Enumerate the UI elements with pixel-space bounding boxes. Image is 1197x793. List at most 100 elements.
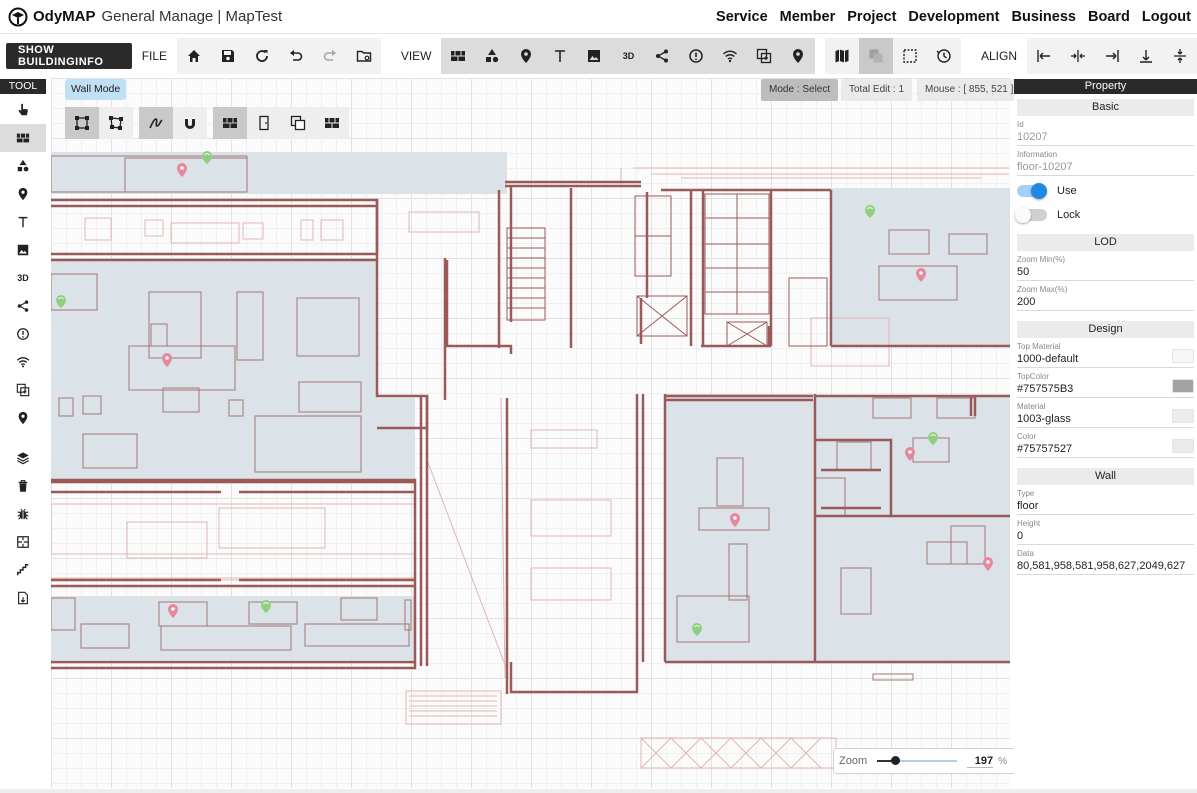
map-pin-icon (18, 187, 28, 201)
snap-magnet-button[interactable] (173, 107, 207, 139)
open-folder-button[interactable] (347, 38, 381, 74)
wall-brick-icon (223, 118, 237, 128)
align-right-button[interactable] (1095, 38, 1129, 74)
nav-business[interactable]: Business (1011, 9, 1075, 25)
tool-wifi[interactable] (0, 348, 46, 376)
field-type-value[interactable]: floor (1017, 500, 1194, 512)
align-middle-button[interactable] (1163, 38, 1197, 74)
color-swatch[interactable] (1172, 439, 1194, 453)
nav-development[interactable]: Development (908, 9, 999, 25)
align-center-button[interactable] (1061, 38, 1095, 74)
layer-toggle-button[interactable] (859, 38, 894, 74)
zoom-slider[interactable] (877, 756, 958, 765)
tool-shapes[interactable] (0, 152, 46, 180)
field-color-value[interactable]: #75757527 (1017, 443, 1194, 455)
stairs (506, 227, 546, 321)
tool-share[interactable] (0, 292, 46, 320)
tool-3d[interactable]: 3D (0, 264, 46, 292)
floorplan-icon (17, 536, 29, 548)
wall-type-door-button[interactable] (247, 107, 281, 139)
map-button[interactable] (825, 38, 859, 74)
redo-icon (323, 50, 337, 61)
use-toggle[interactable] (1017, 183, 1047, 199)
draw-freehand-button[interactable] (139, 107, 173, 139)
map-icon (835, 49, 849, 63)
field-zoom-min-input[interactable]: 50 (1017, 266, 1194, 278)
view-image-button[interactable] (577, 38, 611, 74)
wall-edit-toolbar (65, 107, 355, 139)
history-button[interactable] (927, 38, 961, 74)
redo-button[interactable] (313, 38, 347, 74)
use-toggle-knob (1031, 183, 1047, 199)
top-material-swatch[interactable] (1172, 349, 1194, 363)
show-buildinginfo-button[interactable]: SHOW BUILDINGINFO (6, 43, 132, 69)
lock-toggle-knob (1015, 207, 1031, 223)
tool-poi[interactable] (0, 180, 46, 208)
select-area-button[interactable] (893, 38, 927, 74)
edit-vertex-button[interactable] (65, 107, 99, 139)
field-top-color-value[interactable]: #757575B3 (1017, 383, 1194, 395)
view-poi-button[interactable] (509, 38, 543, 74)
brand[interactable]: OdyMAP General Manage | MapTest (0, 7, 282, 27)
field-top-material-value[interactable]: 1000-default (1017, 353, 1194, 365)
view-wall-button[interactable] (441, 38, 475, 74)
tool-delete[interactable] (0, 472, 46, 500)
polygon-vertex-icon (109, 116, 123, 130)
alert-circle-icon (17, 328, 29, 340)
view-copy-button[interactable] (747, 38, 781, 74)
align-left-button[interactable] (1027, 38, 1061, 74)
nav-service[interactable]: Service (716, 9, 768, 25)
field-data-value[interactable]: 80,581,958,581,958,627,2049,627 (1017, 560, 1194, 572)
save-button[interactable] (211, 38, 245, 74)
zoom-value-input[interactable]: 197 (967, 755, 994, 768)
map-canvas[interactable] (51, 78, 1010, 788)
zoom-slider-thumb[interactable] (890, 756, 900, 765)
nav-member[interactable]: Member (780, 9, 836, 25)
view-share-button[interactable] (645, 38, 679, 74)
material-swatch[interactable] (1172, 409, 1194, 423)
view-wifi-button[interactable] (713, 38, 747, 74)
tool-stairs[interactable] (0, 556, 46, 584)
align-bottom-button[interactable] (1129, 38, 1163, 74)
door-icon (259, 115, 269, 131)
field-color-label: Color (1017, 432, 1037, 441)
tool-export-file[interactable] (0, 584, 46, 612)
zoom-control: Zoom 197 % (833, 748, 1016, 774)
nav-project[interactable]: Project (847, 9, 896, 25)
field-zoom-max-input[interactable]: 200 (1017, 296, 1194, 308)
undo-button[interactable] (279, 38, 313, 74)
view-location-button[interactable] (781, 38, 815, 74)
view-alert-button[interactable] (679, 38, 713, 74)
view-shapes-button[interactable] (475, 38, 509, 74)
edit-polygon-button[interactable] (99, 107, 133, 139)
stairs-icon (17, 564, 29, 576)
top-color-swatch[interactable] (1172, 379, 1194, 393)
lock-toggle[interactable] (1015, 207, 1047, 223)
home-button[interactable] (177, 38, 211, 74)
tool-pointer[interactable] (0, 96, 46, 124)
status-mode: Mode : Select (761, 79, 839, 101)
wall-type-window-button[interactable] (281, 107, 315, 139)
tool-layers[interactable] (0, 444, 46, 472)
wall-type-brick-button[interactable] (213, 107, 247, 139)
refresh-button[interactable] (245, 38, 279, 74)
tool-alert[interactable] (0, 320, 46, 348)
view-text-button[interactable] (543, 38, 577, 74)
field-height-value[interactable]: 0 (1017, 530, 1194, 542)
nav-board[interactable]: Board (1088, 9, 1130, 25)
view-3d-button[interactable]: 3D (611, 38, 645, 74)
tool-debug[interactable] (0, 500, 46, 528)
tool-copy[interactable] (0, 376, 46, 404)
tool-image[interactable] (0, 236, 46, 264)
tool-location[interactable] (0, 404, 46, 432)
tool-wall[interactable] (0, 124, 46, 152)
trash-icon (18, 480, 28, 492)
section-basic: Basic (1017, 99, 1194, 116)
tool-text[interactable] (0, 208, 46, 236)
bottom-scrollbar[interactable] (0, 789, 1197, 793)
nav-logout[interactable]: Logout (1142, 9, 1191, 25)
wall-type-floor-button[interactable] (315, 107, 349, 139)
field-information-value[interactable]: floor-10207 (1017, 161, 1194, 173)
tool-floorplan[interactable] (0, 528, 46, 556)
field-material-value[interactable]: 1003-glass (1017, 413, 1194, 425)
